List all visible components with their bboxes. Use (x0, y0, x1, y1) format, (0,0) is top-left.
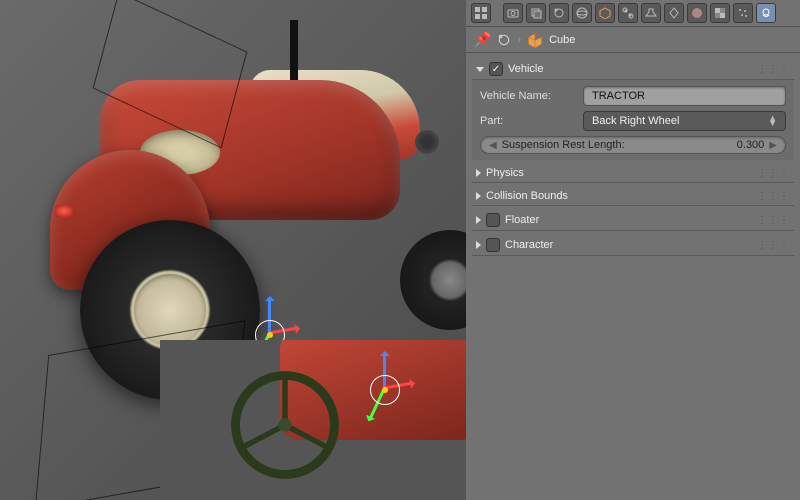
object-tab-icon[interactable] (595, 3, 615, 23)
world-tab-icon[interactable] (572, 3, 592, 23)
floater-panel: Floater ⋮⋮⋮ (472, 210, 794, 231)
viewport-3d[interactable] (0, 0, 466, 500)
vehicle-enable-checkbox[interactable] (489, 62, 503, 76)
physics-panel: Physics ⋮⋮⋮ (472, 164, 794, 183)
constraints-tab-icon[interactable] (618, 3, 638, 23)
grip-icon[interactable]: ⋮⋮⋮ (757, 168, 790, 179)
grip-icon[interactable]: ⋮⋮⋮ (757, 191, 790, 202)
scene-tab-icon[interactable] (549, 3, 569, 23)
slider-increase-icon[interactable]: ▶ (767, 140, 779, 151)
render-tab-icon[interactable] (503, 3, 523, 23)
cube-icon (527, 32, 543, 48)
object-name-label: Cube (549, 34, 575, 46)
dropdown-arrows-icon: ▲▼ (768, 116, 777, 126)
panel-title: Physics (486, 167, 752, 179)
material-tab-icon[interactable] (687, 3, 707, 23)
chevron-right-icon: › (517, 34, 521, 46)
viewport-inset (160, 340, 466, 500)
suspension-label: Suspension Rest Length: (499, 139, 737, 151)
panel-title: Collision Bounds (486, 190, 752, 202)
properties-header (466, 0, 800, 27)
character-enable-checkbox[interactable] (486, 238, 500, 252)
physics-tab-icon[interactable] (756, 3, 776, 23)
context-breadcrumb: 📌 › Cube (466, 27, 800, 53)
vehicle-name-label: Vehicle Name: (480, 90, 575, 102)
suspension-value: 0.300 (737, 139, 768, 151)
texture-tab-icon[interactable] (710, 3, 730, 23)
slider-decrease-icon[interactable]: ◀ (487, 140, 499, 151)
physics-panel-header[interactable]: Physics ⋮⋮⋮ (472, 164, 794, 183)
grip-icon[interactable]: ⋮⋮⋮ (757, 64, 790, 75)
particles-tab-icon[interactable] (733, 3, 753, 23)
part-value: Back Right Wheel (592, 115, 679, 127)
expand-icon (476, 169, 481, 177)
modifiers-tab-icon[interactable] (641, 3, 661, 23)
panel-title: Character (505, 239, 752, 251)
scene-icon (497, 33, 511, 47)
floater-enable-checkbox[interactable] (486, 213, 500, 227)
expand-icon (476, 192, 481, 200)
expand-icon (476, 67, 484, 72)
part-dropdown[interactable]: Back Right Wheel ▲▼ (583, 111, 786, 131)
collision-panel: Collision Bounds ⋮⋮⋮ (472, 187, 794, 206)
suspension-slider[interactable]: ◀ Suspension Rest Length: 0.300 ▶ (480, 136, 786, 154)
data-tab-icon[interactable] (664, 3, 684, 23)
vehicle-panel-body: Vehicle Name: Part: Back Right Wheel ▲▼ … (472, 80, 794, 160)
vehicle-panel: Vehicle ⋮⋮⋮ Vehicle Name: Part: Back Rig… (472, 59, 794, 160)
floater-panel-header[interactable]: Floater ⋮⋮⋮ (472, 210, 794, 231)
character-panel-header[interactable]: Character ⋮⋮⋮ (472, 235, 794, 256)
vehicle-panel-header[interactable]: Vehicle ⋮⋮⋮ (472, 59, 794, 80)
panel-title: Vehicle (508, 63, 752, 75)
properties-panel: 📌 › Cube Vehicle ⋮⋮⋮ Vehicle Name: (466, 0, 800, 500)
expand-icon (476, 216, 481, 224)
render-layers-tab-icon[interactable] (526, 3, 546, 23)
grip-icon[interactable]: ⋮⋮⋮ (757, 215, 790, 226)
collision-panel-header[interactable]: Collision Bounds ⋮⋮⋮ (472, 187, 794, 206)
character-panel: Character ⋮⋮⋮ (472, 235, 794, 256)
steering-wheel (230, 370, 340, 480)
grip-icon[interactable]: ⋮⋮⋮ (757, 240, 790, 251)
panel-title: Floater (505, 214, 752, 226)
part-label: Part: (480, 115, 575, 127)
vehicle-name-input[interactable] (583, 86, 786, 106)
pin-icon[interactable]: 📌 (474, 31, 491, 48)
expand-icon (476, 241, 481, 249)
editor-type-icon[interactable] (471, 3, 491, 23)
